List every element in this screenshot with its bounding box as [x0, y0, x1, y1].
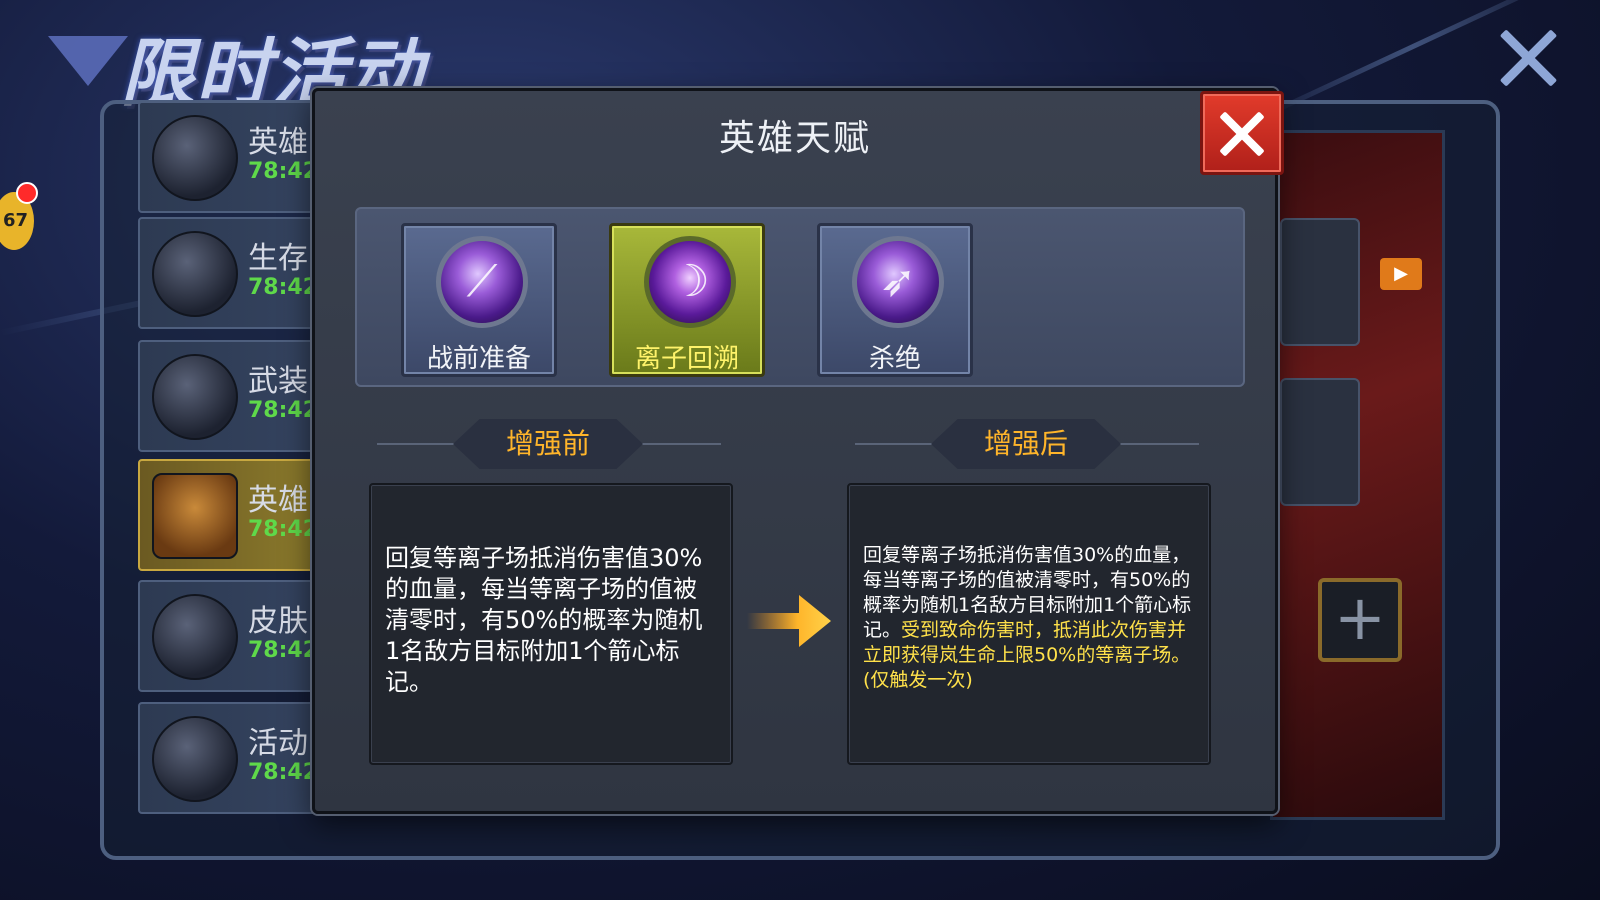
drone-icon — [152, 354, 238, 440]
talent-tab-ion-rewind[interactable]: ☽ 离子回溯 — [609, 223, 765, 377]
sidebar-item-event[interactable]: 活动 78:42 — [138, 702, 318, 814]
sidebar-item-label: 英雄 — [248, 125, 308, 160]
talent-list: ⟋ 战前准备 ☽ 离子回溯 ➶ 杀绝 — [355, 207, 1245, 387]
sidebar-item-timer: 78:42 — [248, 159, 318, 184]
close-button[interactable] — [1200, 91, 1284, 175]
notes-button[interactable] — [1280, 218, 1360, 346]
sidebar-item-label: 武装 — [248, 364, 308, 399]
talent-tab-prebattle[interactable]: ⟋ 战前准备 — [401, 223, 557, 377]
after-description-highlight: 受到致命伤害时，抵消此次伤害并立即获得岚生命上限50%的等离子场。(仅触发一次) — [863, 619, 1191, 691]
before-description: 回复等离子场抵消伤害值30%的血量，每当等离子场的值被清零时，有50%的概率为随… — [385, 544, 703, 696]
add-button[interactable]: + — [1318, 578, 1402, 662]
sidebar-item-hero-1[interactable]: 英雄 78:42 — [138, 101, 318, 213]
hero-portrait-icon: ☽ — [644, 236, 736, 328]
talent-tab-annihilate[interactable]: ➶ 杀绝 — [817, 223, 973, 377]
talent-name: 战前准备 — [426, 344, 531, 374]
title-decoration — [48, 36, 128, 86]
dialog-title: 英雄天赋 — [718, 118, 871, 159]
talent-name: 杀绝 — [868, 344, 921, 374]
megaphone-icon — [152, 716, 238, 802]
sidebar-item-armament[interactable]: 武装 78:42 — [138, 340, 318, 452]
sidebar-item-label: 生存 — [248, 241, 308, 276]
favorite-button[interactable] — [1280, 378, 1360, 506]
notification-dot — [16, 182, 38, 204]
before-description-box: 回复等离子场抵消伤害值30%的血量，每当等离子场的值被清零时，有50%的概率为随… — [369, 483, 733, 765]
after-description-box: 回复等离子场抵消伤害值30%的血量，每当等离子场的值被清零时，有50%的概率为随… — [847, 483, 1211, 765]
sidebar-item-label: 皮肤 — [248, 604, 308, 639]
after-heading: 增强后 — [931, 419, 1121, 469]
archer-icon: ➶ — [852, 236, 944, 328]
play-icon[interactable]: ▶ — [1380, 258, 1422, 290]
hero-talent-dialog: 英雄天赋 ⟋ 战前准备 ☽ 离子回溯 ➶ 杀绝 增强前 增强后 回复等离子场抵消… — [312, 88, 1284, 814]
skin-chest-icon — [152, 594, 238, 680]
sidebar-item-timer: 78:42 — [248, 760, 318, 785]
sidebar-item-timer: 78:42 — [248, 398, 318, 423]
sidebar-item-timer: 78:42 — [248, 638, 318, 663]
sidebar-item-label: 活动 — [248, 726, 308, 761]
sidebar-item-survival[interactable]: 生存 78:42 — [138, 217, 318, 329]
talent-name: 离子回溯 — [634, 344, 739, 374]
treasure-chest-icon — [152, 473, 238, 559]
before-heading: 增强前 — [453, 419, 643, 469]
after-description: 回复等离子场抵消伤害值30%的血量，每当等离子场的值被清零时，有50%的概率为随… — [863, 543, 1195, 693]
supply-crate-icon — [152, 231, 238, 317]
sidebar-item-label: 英雄 — [248, 483, 308, 518]
sidebar-item-skin[interactable]: 皮肤 78:42 — [138, 580, 318, 692]
revolver-icon — [152, 115, 238, 201]
close-icon[interactable] — [1496, 26, 1560, 90]
sidebar-item-hero-2[interactable]: 英雄 78:42 — [138, 459, 318, 571]
sidebar-item-timer: 78:42 — [248, 517, 318, 542]
sidebar-item-timer: 78:42 — [248, 275, 318, 300]
claw-slash-icon: ⟋ — [436, 236, 528, 328]
arrow-right-icon — [747, 595, 831, 647]
